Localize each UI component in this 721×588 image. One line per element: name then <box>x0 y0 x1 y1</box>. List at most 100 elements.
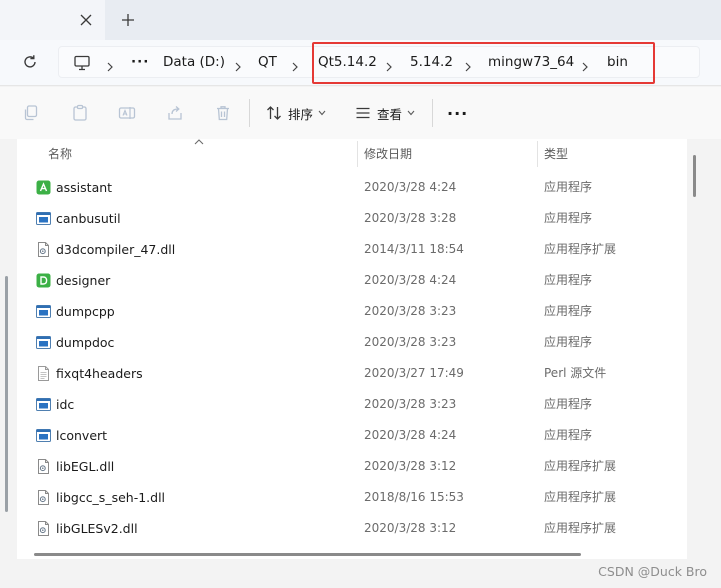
dll-icon <box>36 242 51 257</box>
file-type: 应用程序扩展 <box>544 490 617 504</box>
file-name: d3dcompiler_47.dll <box>56 242 176 257</box>
address-bar[interactable]: ··· Data (D:) QT Qt5.14.2 5.14.2 mingw73… <box>58 46 700 78</box>
file-row[interactable]: canbusutil 2020/3/28 3:28 应用程序 <box>17 203 687 234</box>
horizontal-scrollbar-thumb[interactable] <box>34 553 581 556</box>
file-row[interactable]: designer 2020/3/28 4:24 应用程序 <box>17 265 687 296</box>
chevron-right-icon <box>581 57 589 72</box>
file-modified-date: 2020/3/28 3:12 <box>364 459 457 473</box>
file-row[interactable]: idc 2020/3/28 3:23 应用程序 <box>17 389 687 420</box>
file-modified-date: 2020/3/27 17:49 <box>364 366 464 380</box>
column-header-name[interactable]: 名称 <box>48 139 72 169</box>
new-tab-icon[interactable] <box>120 12 136 28</box>
tab-strip <box>0 0 721 40</box>
breadcrumb-item-qt5142[interactable]: Qt5.14.2 <box>318 47 377 77</box>
file-modified-date: 2020/3/28 4:24 <box>364 180 457 194</box>
exe-icon <box>36 304 51 319</box>
column-divider[interactable] <box>537 141 538 167</box>
file-modified-date: 2020/3/28 3:28 <box>364 211 457 225</box>
file-type: 应用程序 <box>544 273 593 287</box>
chevron-right-icon <box>106 57 114 72</box>
app-designer-icon <box>36 273 51 288</box>
file-modified-date: 2018/8/16 15:53 <box>364 490 464 504</box>
file-row[interactable]: d3dcompiler_47.dll 2014/3/11 18:54 应用程序扩展 <box>17 234 687 265</box>
command-bar: 排序 查看 ··· <box>0 87 721 139</box>
file-name: libGLESv2.dll <box>56 521 138 536</box>
text-file-icon <box>36 366 51 381</box>
file-row[interactable]: assistant 2020/3/28 4:24 应用程序 <box>17 172 687 203</box>
dll-icon <box>36 459 51 474</box>
file-name: dumpcpp <box>56 304 115 319</box>
breadcrumb-item-qt[interactable]: QT <box>258 47 277 77</box>
file-modified-date: 2020/3/28 3:12 <box>364 521 457 535</box>
file-type: 应用程序 <box>544 304 593 318</box>
rename-icon[interactable] <box>118 104 136 122</box>
file-modified-date: 2020/3/28 3:23 <box>364 304 457 318</box>
vertical-scrollbar-thumb[interactable] <box>693 155 696 197</box>
file-modified-date: 2020/3/28 4:24 <box>364 273 457 287</box>
exe-icon <box>36 211 51 226</box>
file-modified-date: 2014/3/11 18:54 <box>364 242 464 256</box>
file-type: 应用程序 <box>544 335 593 349</box>
file-name: dumpdoc <box>56 335 115 350</box>
sort-button[interactable]: 排序 <box>266 102 326 124</box>
file-row[interactable]: libGLESv2.dll 2020/3/28 3:12 应用程序扩展 <box>17 513 687 544</box>
watermark: CSDN @Duck Bro <box>598 564 707 579</box>
breadcrumb-item-data-d[interactable]: Data (D:) <box>163 47 225 77</box>
paste-icon[interactable] <box>71 104 89 122</box>
file-row[interactable]: fixqt4headers 2020/3/27 17:49 Perl 源文件 <box>17 358 687 389</box>
sort-label: 排序 <box>288 106 314 122</box>
sort-arrows-icon <box>267 106 281 120</box>
close-tab-icon[interactable] <box>78 12 94 28</box>
file-type: Perl 源文件 <box>544 366 607 380</box>
refresh-icon[interactable] <box>20 52 40 72</box>
copy-icon[interactable] <box>22 104 40 122</box>
breadcrumb-overflow[interactable]: ··· <box>131 47 149 77</box>
view-list-icon <box>356 107 370 119</box>
chevron-right-icon <box>234 57 242 72</box>
file-modified-date: 2020/3/28 3:23 <box>364 397 457 411</box>
file-modified-date: 2020/3/28 3:23 <box>364 335 457 349</box>
toolbar-divider <box>432 99 433 127</box>
file-modified-date: 2020/3/28 4:24 <box>364 428 457 442</box>
share-icon[interactable] <box>166 104 184 122</box>
file-row[interactable]: dumpcpp 2020/3/28 3:23 应用程序 <box>17 296 687 327</box>
file-row[interactable]: lconvert 2020/3/28 4:24 应用程序 <box>17 420 687 451</box>
file-type: 应用程序扩展 <box>544 521 617 535</box>
file-row[interactable]: libgcc_s_seh-1.dll 2018/8/16 15:53 应用程序扩展 <box>17 482 687 513</box>
breadcrumb-item-mingw73-64[interactable]: mingw73_64 <box>488 47 574 77</box>
breadcrumb-item-bin[interactable]: bin <box>607 47 628 77</box>
file-name: canbusutil <box>56 211 121 226</box>
delete-icon[interactable] <box>214 104 232 122</box>
file-name: libEGL.dll <box>56 459 115 474</box>
file-type: 应用程序 <box>544 397 593 411</box>
exe-icon <box>36 428 51 443</box>
this-pc-icon[interactable] <box>73 55 91 71</box>
file-name: designer <box>56 273 111 288</box>
toolbar-divider <box>249 99 250 127</box>
chevron-down-icon <box>318 110 326 116</box>
file-row[interactable]: dumpdoc 2020/3/28 3:23 应用程序 <box>17 327 687 358</box>
column-header-modified[interactable]: 修改日期 <box>364 139 412 169</box>
file-name: fixqt4headers <box>56 366 143 381</box>
file-type: 应用程序扩展 <box>544 242 617 256</box>
file-type: 应用程序扩展 <box>544 459 617 473</box>
chevron-right-icon <box>464 57 472 72</box>
view-button[interactable]: 查看 <box>355 102 415 124</box>
file-name: libgcc_s_seh-1.dll <box>56 490 166 505</box>
nav-pane-scrollbar[interactable] <box>5 276 8 512</box>
file-name: lconvert <box>56 428 108 443</box>
chevron-down-icon <box>407 110 415 116</box>
column-header-type[interactable]: 类型 <box>544 139 568 169</box>
more-options-button[interactable]: ··· <box>447 102 468 124</box>
file-type: 应用程序 <box>544 180 593 194</box>
exe-icon <box>36 397 51 412</box>
breadcrumb-item-5142[interactable]: 5.14.2 <box>410 47 453 77</box>
active-tab[interactable] <box>0 0 105 40</box>
file-type: 应用程序 <box>544 428 593 442</box>
address-row: ··· Data (D:) QT Qt5.14.2 5.14.2 mingw73… <box>0 40 721 86</box>
exe-icon <box>36 335 51 350</box>
dll-icon <box>36 521 51 536</box>
file-row[interactable]: libEGL.dll 2020/3/28 3:12 应用程序扩展 <box>17 451 687 482</box>
column-divider[interactable] <box>357 141 358 167</box>
view-label: 查看 <box>377 106 403 122</box>
